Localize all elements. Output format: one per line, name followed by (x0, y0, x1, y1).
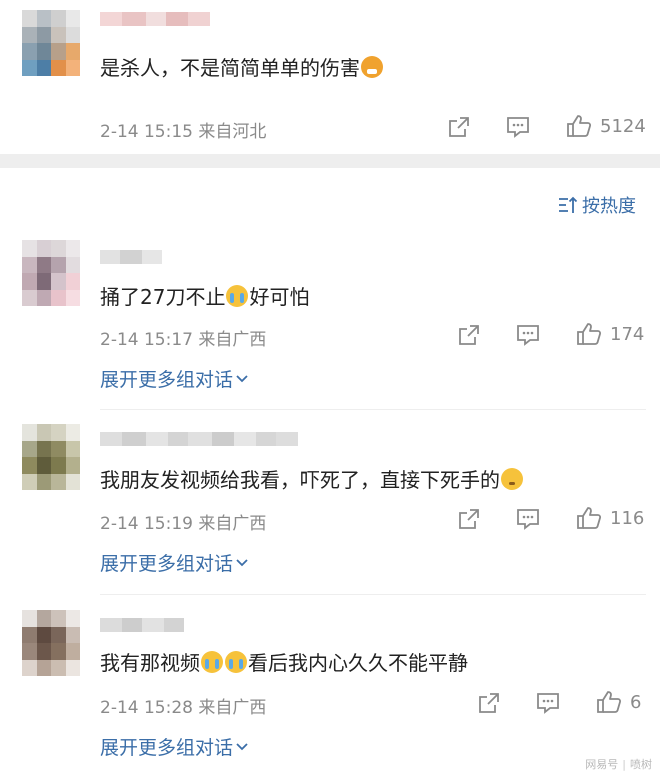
comment-text-part: 是杀人，不是简简单单的伤害 (100, 56, 360, 80)
expand-conversation-link[interactable]: 展开更多组对话 (100, 365, 249, 392)
comment-location: 来自河北 (198, 122, 267, 142)
like-count: 116 (610, 507, 645, 529)
expand-label: 展开更多组对话 (100, 369, 234, 391)
comment-icon (517, 509, 539, 530)
share-button[interactable] (448, 116, 470, 138)
thinking-emoji-icon (501, 467, 523, 490)
comment-feed: 是杀人，不是简简单单的伤害 2-14 15:15 来自河北 5124 按热度 捅… (0, 0, 660, 776)
comment-meta: 2-14 15:17 来自广西 (100, 325, 266, 350)
like-button[interactable]: 6 (596, 690, 641, 714)
expand-conversation-link[interactable]: 展开更多组对话 (100, 549, 249, 576)
like-button[interactable]: 5124 (566, 114, 646, 138)
expand-conversation-link[interactable]: 展开更多组对话 (100, 733, 249, 760)
section-divider (0, 154, 660, 168)
thumbs-up-icon (567, 115, 592, 137)
thumbs-up-icon (577, 507, 602, 529)
chevron-down-icon (236, 558, 248, 566)
comment-button[interactable] (516, 508, 540, 530)
like-count: 5124 (600, 115, 646, 137)
comment-icon (517, 325, 539, 346)
watermark: 网易号 | 喷树 (585, 756, 652, 772)
comment-text: 捅了27刀不止 好可怕 (100, 281, 309, 310)
like-count: 174 (610, 323, 645, 345)
expand-label: 展开更多组对话 (100, 553, 234, 575)
comment-icon (507, 117, 529, 138)
comment-time: 2-14 15:15 (100, 122, 193, 142)
comment-button[interactable] (516, 324, 540, 346)
comment-time: 2-14 15:17 (100, 330, 193, 350)
comment-meta: 2-14 15:19 来自广西 (100, 509, 266, 534)
comment-separator (100, 409, 646, 410)
comment-text: 我朋友发视频给我看，吓死了，直接下死手的 (100, 464, 524, 493)
share-icon (459, 509, 479, 529)
crying-emoji-icon (226, 284, 249, 307)
thumbs-up-icon (577, 323, 602, 345)
sort-icon (559, 196, 578, 213)
comment-button[interactable] (536, 692, 560, 714)
comment-time: 2-14 15:19 (100, 514, 193, 534)
comment-text-part: 我有那视频 (100, 651, 200, 675)
share-icon (459, 325, 479, 345)
like-count: 6 (630, 691, 642, 713)
username-blurred[interactable] (100, 618, 184, 632)
comment-text: 是杀人，不是简简单单的伤害 (100, 52, 384, 81)
chevron-down-icon (236, 742, 248, 750)
crying-emoji-icon (201, 650, 223, 673)
share-button[interactable] (458, 508, 480, 530)
crying-emoji-icon (225, 650, 247, 673)
avatar[interactable] (22, 610, 80, 676)
username-blurred[interactable] (100, 250, 162, 264)
chevron-down-icon (236, 374, 248, 382)
comment-meta: 2-14 15:15 来自河北 (100, 117, 266, 142)
comment-icon (537, 693, 559, 714)
share-icon (479, 693, 499, 713)
watermark-source: 网易号 (585, 758, 619, 771)
share-button[interactable] (458, 324, 480, 346)
avatar[interactable] (22, 10, 80, 76)
sort-label: 按热度 (582, 196, 636, 217)
comment-text-part: 捅了27刀不止 (100, 285, 226, 309)
watermark-author: 喷树 (630, 758, 652, 771)
comment-text: 我有那视频 看后我内心久久不能平静 (100, 647, 468, 676)
watermark-separator: | (622, 757, 626, 771)
comment-location: 来自广西 (198, 330, 267, 350)
comment-text-part: 好可怕 (249, 285, 310, 309)
username-blurred[interactable] (100, 12, 210, 26)
username-blurred[interactable] (100, 432, 298, 446)
comment-separator (100, 594, 646, 595)
thumbs-up-icon (597, 691, 622, 713)
like-button[interactable]: 116 (576, 506, 644, 530)
avatar[interactable] (22, 424, 80, 490)
comment-location: 来自广西 (198, 698, 267, 718)
comment-time: 2-14 15:28 (100, 698, 193, 718)
comment-meta: 2-14 15:28 来自广西 (100, 693, 266, 718)
comment-text-part: 我朋友发视频给我看，吓死了，直接下死手的 (100, 468, 500, 492)
comment-button[interactable] (506, 116, 530, 138)
share-button[interactable] (478, 692, 500, 714)
avatar[interactable] (22, 240, 80, 306)
comment-text-part: 看后我内心久久不能平静 (248, 651, 468, 675)
like-button[interactable]: 174 (576, 322, 644, 346)
share-icon (449, 117, 469, 137)
expand-label: 展开更多组对话 (100, 737, 234, 759)
comment-location: 来自广西 (198, 514, 267, 534)
sort-by-hot-button[interactable]: 按热度 (558, 192, 636, 218)
angry-emoji-icon (361, 55, 383, 78)
